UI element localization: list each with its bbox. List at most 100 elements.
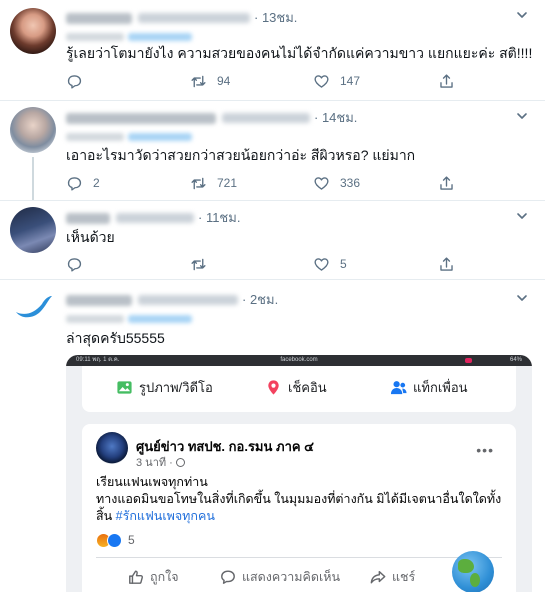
replying-to <box>66 129 192 143</box>
fb-share-button[interactable]: แชร์ <box>370 568 415 586</box>
share-icon <box>440 256 453 271</box>
tweet-time[interactable]: · 11ชม. <box>198 210 240 225</box>
tag-friends-button[interactable]: แท็กเพื่อน <box>390 377 468 397</box>
heart-icon <box>314 257 329 271</box>
more-options-icon[interactable]: ••• <box>476 442 494 458</box>
retweet-button[interactable]: 94 <box>190 70 230 92</box>
retweet-icon <box>191 75 206 87</box>
like-button[interactable]: 147 <box>313 70 360 92</box>
avatar[interactable] <box>10 207 56 253</box>
avatar[interactable] <box>10 8 56 54</box>
tweet-header: · 14ชม. <box>66 108 357 126</box>
like-button[interactable]: 336 <box>313 172 360 194</box>
like-count: 336 <box>340 176 361 190</box>
tag-friends-icon <box>390 380 407 394</box>
reply-button[interactable]: 2 <box>66 172 100 194</box>
post-line-2: ทางแอดมินขอโทษในสิ่งที่เกิดขึ้น ในมุมมอง… <box>96 492 502 506</box>
thumbs-up-icon <box>129 570 143 584</box>
share-arrow-icon <box>370 570 386 584</box>
phone-status-bar: 09:11 พฤ. 1 ต.ค. facebook.com 64% <box>66 355 532 366</box>
author-handle-redacted[interactable] <box>222 113 310 124</box>
divider <box>96 557 502 558</box>
replying-to <box>66 311 192 325</box>
retweet-count: 721 <box>217 176 238 190</box>
tweet-header: · 11ชม. <box>66 208 240 226</box>
status-url: facebook.com <box>280 357 318 363</box>
fb-post: ศูนย์ข่าว ทสปช. กอ.รมน ภาค ๔ 3 นาที · ••… <box>82 424 516 592</box>
share-icon <box>440 175 453 190</box>
like-button[interactable]: 5 <box>313 253 347 275</box>
share-button[interactable] <box>438 172 455 194</box>
post-line-3: สิ้น #รักแฟนเพจทุกคน <box>96 509 215 523</box>
photo-icon <box>117 380 132 394</box>
tweet-time[interactable]: · 13ชม. <box>254 10 297 25</box>
chevron-down-icon[interactable] <box>515 209 529 223</box>
author-name-redacted[interactable] <box>66 112 216 124</box>
globe-icon <box>452 551 494 592</box>
retweet-button[interactable]: 721 <box>190 172 237 194</box>
tweet-3[interactable]: · 11ชม. เห็นด้วย 5 <box>0 201 545 279</box>
fb-comment-button[interactable]: แสดงความคิดเห็น <box>220 568 340 586</box>
globe-small-icon <box>175 458 185 467</box>
tweet-1[interactable]: · 13ชม. รู้เลยว่าโตมายังไง ความสวยของคนไ… <box>0 0 545 100</box>
like-reaction-icon <box>107 532 122 548</box>
tweet-actions: 94 147 <box>66 70 466 92</box>
reply-icon <box>67 74 82 89</box>
photo-video-button[interactable]: รูปภาพ/วิดีโอ <box>116 377 213 397</box>
record-indicator <box>465 358 472 363</box>
tweet-actions: 5 <box>66 253 466 275</box>
avatar[interactable] <box>10 286 56 332</box>
chevron-down-icon[interactable] <box>515 8 529 22</box>
retweet-button[interactable] <box>190 253 207 275</box>
author-name-redacted[interactable] <box>66 212 110 224</box>
tweet-header: · 2ชม. <box>66 290 278 308</box>
avatar[interactable] <box>10 107 56 153</box>
post-meta: 3 นาที · <box>136 453 185 471</box>
author-handle-redacted[interactable] <box>116 213 194 224</box>
share-button[interactable] <box>438 70 455 92</box>
location-pin-icon <box>268 379 279 395</box>
tweet-2[interactable]: · 14ชม. เอาอะไรมาวัดว่าสวยกว่าสวยน้อยกว่… <box>0 101 545 200</box>
status-battery: 64% <box>509 357 522 363</box>
reply-icon <box>67 176 82 191</box>
bird-avatar-icon <box>16 296 52 318</box>
tweet-text: รู้เลยว่าโตมายังไง ความสวยของคนไม่ได้จำก… <box>66 45 533 61</box>
reply-button[interactable] <box>66 70 83 92</box>
page-avatar[interactable] <box>96 432 128 464</box>
tweet-image[interactable]: 09:11 พฤ. 1 ต.ค. facebook.com 64% รูปภาพ… <box>66 355 532 592</box>
tweet-time[interactable]: · 14ชม. <box>314 110 357 125</box>
reply-icon <box>67 257 82 272</box>
like-count: 5 <box>340 257 347 271</box>
retweet-icon <box>191 177 206 189</box>
author-name-redacted[interactable] <box>66 12 132 24</box>
checkin-button[interactable]: เช็คอิน <box>265 377 327 397</box>
comment-icon <box>221 570 235 584</box>
chevron-down-icon[interactable] <box>515 291 529 305</box>
tweet-text: เห็นด้วย <box>66 229 115 245</box>
replying-to <box>66 29 192 43</box>
reply-count: 2 <box>93 176 100 190</box>
like-count: 147 <box>340 74 361 88</box>
author-name-redacted[interactable] <box>66 294 132 306</box>
tweet-header: · 13ชม. <box>66 8 297 26</box>
hashtag-link[interactable]: #รักแฟนเพจทุกคน <box>116 509 215 523</box>
share-icon <box>440 73 453 88</box>
thread-line <box>32 157 34 200</box>
tweet-actions: 2 721 336 <box>66 172 466 194</box>
tweet-text: ล่าสุดครับ55555 <box>66 330 165 346</box>
author-handle-redacted[interactable] <box>138 295 238 306</box>
share-button[interactable] <box>438 253 455 275</box>
chevron-down-icon[interactable] <box>515 109 529 123</box>
post-line-1: เรียนแฟนเพจทุกท่าน <box>96 475 208 489</box>
reaction-count: 5 <box>128 533 135 547</box>
reactions-summary[interactable]: 5 <box>96 532 135 548</box>
tweet-time[interactable]: · 2ชม. <box>242 292 278 307</box>
heart-icon <box>314 176 329 190</box>
retweet-count: 94 <box>217 74 231 88</box>
author-handle-redacted[interactable] <box>138 13 250 24</box>
reply-button[interactable] <box>66 253 83 275</box>
fb-composer-actions: รูปภาพ/วิดีโอ เช็คอิน แท็กเพื่อน <box>82 366 516 412</box>
fb-like-button[interactable]: ถูกใจ <box>128 568 179 586</box>
retweet-icon <box>191 258 206 270</box>
tweet-text: เอาอะไรมาวัดว่าสวยกว่าสวยน้อยกว่าอ่ะ สีผ… <box>66 147 416 163</box>
